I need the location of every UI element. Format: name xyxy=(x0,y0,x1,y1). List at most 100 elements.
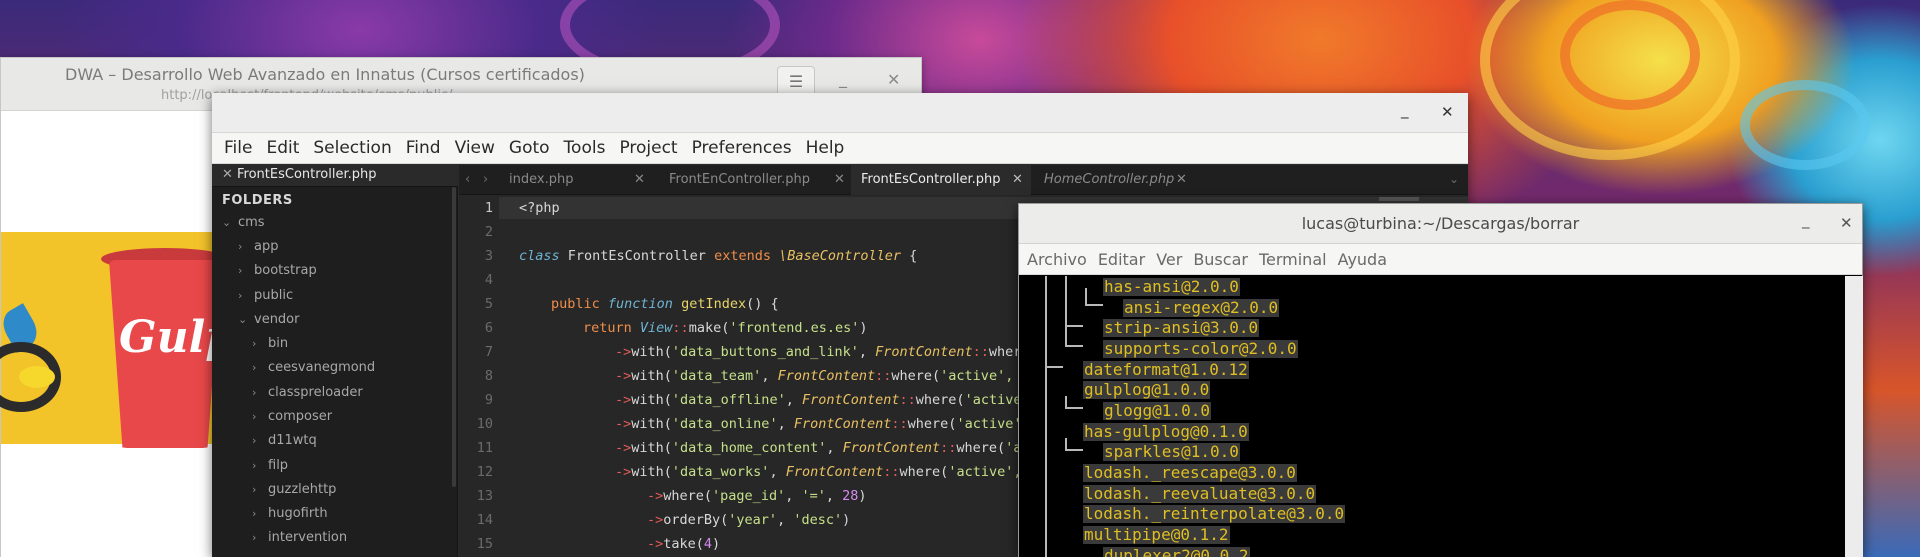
tree-folder-bin[interactable]: › bin xyxy=(252,336,288,351)
menu-terminal[interactable]: Terminal xyxy=(1257,250,1336,269)
tree-folder-intervention[interactable]: › intervention xyxy=(252,530,347,545)
tree-connector xyxy=(1085,288,1087,304)
close-icon[interactable]: ✕ xyxy=(1176,165,1187,195)
terminal-line: gulplog@1.0.0 xyxy=(1083,380,1211,399)
chevron-right-icon[interactable]: › xyxy=(483,172,488,187)
menu-selection[interactable]: Selection xyxy=(307,138,399,158)
terminal-window: lucas@turbina:~/Descargas/borrar _ ✕ Arc… xyxy=(1018,203,1863,557)
tree-folder-guzzlehttp[interactable]: › guzzlehttp xyxy=(252,482,336,497)
code-token: \BaseController xyxy=(770,248,902,264)
terminal-line: lodash._reinterpolate@3.0.0 xyxy=(1083,504,1346,523)
sidebar-scrollbar[interactable] xyxy=(452,187,456,487)
tree-folder-hugofirth[interactable]: › hugofirth xyxy=(252,506,328,521)
chevron-left-icon[interactable]: ‹ xyxy=(465,172,470,187)
terminal-line: dateformat@1.0.12 xyxy=(1083,360,1249,379)
code-token: FrontContent xyxy=(842,440,941,456)
menu-view[interactable]: View xyxy=(449,138,503,158)
code-token: FrontContent xyxy=(785,464,884,480)
code-token: 28 xyxy=(842,488,859,504)
terminal-scrollbar[interactable] xyxy=(1845,276,1863,557)
minimize-button[interactable]: _ xyxy=(1802,211,1810,229)
menu-buscar[interactable]: Buscar xyxy=(1191,250,1257,269)
code-token: with( xyxy=(631,368,672,384)
tab-homecontroller[interactable]: HomeController.php xyxy=(1034,165,1184,195)
open-file-item[interactable]: ✕ FrontEsController.php xyxy=(212,165,458,187)
menu-preferences[interactable]: Preferences xyxy=(686,138,800,158)
tree-folder-ceesvanegmond[interactable]: › ceesvanegmond xyxy=(252,360,375,375)
tree-connector xyxy=(1065,407,1083,409)
menu-help[interactable]: Help xyxy=(800,138,853,158)
close-icon[interactable]: ✕ xyxy=(834,165,845,195)
terminal-line: has-gulplog@0.1.0 xyxy=(1083,422,1249,441)
code-token: ) xyxy=(858,488,867,504)
tree-folder-filp[interactable]: › filp xyxy=(252,458,288,473)
code-token: where( xyxy=(891,368,941,384)
tree-connector xyxy=(1045,276,1047,557)
menu-tools[interactable]: Tools xyxy=(558,138,614,158)
line-number: 15 xyxy=(476,536,493,552)
menu-goto[interactable]: Goto xyxy=(503,138,558,158)
menu-archivo[interactable]: Archivo xyxy=(1025,250,1096,269)
tree-folder-bootstrap[interactable]: › bootstrap xyxy=(238,263,317,278)
minimap[interactable] xyxy=(1379,197,1419,201)
menu-ver[interactable]: Ver xyxy=(1154,250,1191,269)
code-token: View xyxy=(631,320,673,336)
code-line: public function getIndex() { xyxy=(551,296,779,312)
close-icon[interactable]: ✕ xyxy=(222,167,233,182)
close-icon[interactable]: ✕ xyxy=(1012,165,1023,195)
tree-label: app xyxy=(254,239,279,254)
tree-folder-cms[interactable]: ⌄ cms xyxy=(222,215,265,230)
code-token: -> xyxy=(615,392,632,408)
tree-folder-classpreloader[interactable]: › classpreloader xyxy=(252,385,363,400)
terminal-line: lodash._reescape@3.0.0 xyxy=(1083,463,1297,482)
menu-file[interactable]: File xyxy=(218,138,260,158)
menu-project[interactable]: Project xyxy=(613,138,685,158)
tree-folder-public[interactable]: › public xyxy=(238,288,293,303)
code-token: 'data_home_content' xyxy=(671,440,827,456)
menu-edit[interactable]: Edit xyxy=(260,138,307,158)
tree-folder-composer[interactable]: › composer xyxy=(252,409,332,424)
tree-folder-d11wtq[interactable]: › d11wtq xyxy=(252,433,317,448)
close-button[interactable]: ✕ xyxy=(1840,214,1853,232)
code-token: FrontContent xyxy=(777,368,876,384)
tab-frontescontroller[interactable]: FrontEsController.php xyxy=(851,165,1031,195)
line-number: 10 xyxy=(476,416,493,432)
chevron-down-icon[interactable]: ⌄ xyxy=(1449,172,1459,186)
code-token: where( xyxy=(907,416,957,432)
tab-bar: ‹ › index.php ✕ FrontEnController.php ✕ … xyxy=(459,165,1468,195)
sublime-menubar: File Edit Selection Find View Goto Tools… xyxy=(212,133,1468,164)
menu-ayuda[interactable]: Ayuda xyxy=(1336,250,1396,269)
code-line: ->orderBy('year', 'desc') xyxy=(647,512,850,528)
tree-folder-app[interactable]: › app xyxy=(238,239,278,254)
code-token: return xyxy=(583,320,632,336)
tree-label: bootstrap xyxy=(254,263,317,278)
code-token: 'page_id' xyxy=(712,488,786,504)
code-token: 4 xyxy=(703,536,713,552)
menu-find[interactable]: Find xyxy=(400,138,449,158)
code-token: class xyxy=(519,248,560,264)
terminal-output[interactable]: has-ansi@2.0.0 ansi-regex@2.0.0 strip-an… xyxy=(1019,276,1845,557)
line-number: 2 xyxy=(484,224,493,240)
minimize-button[interactable]: _ xyxy=(1401,101,1409,119)
tree-connector xyxy=(1065,276,1067,346)
code-token: :: xyxy=(891,416,908,432)
terminal-titlebar: lucas@turbina:~/Descargas/borrar _ ✕ xyxy=(1019,204,1862,244)
menu-editar[interactable]: Editar xyxy=(1096,250,1154,269)
code-line: ->with('data_works', FrontContent::where… xyxy=(615,464,1021,480)
chevron-right-icon: › xyxy=(252,531,257,544)
chevron-right-icon: › xyxy=(252,459,257,472)
close-icon[interactable]: ✕ xyxy=(634,165,645,195)
tab-label: FrontEnController.php xyxy=(669,172,810,187)
sidebar: ✕ FrontEsController.php FOLDERS ⌄ cms › ap… xyxy=(212,165,458,557)
terminal-line: strip-ansi@3.0.0 xyxy=(1103,318,1260,337)
code-token: , xyxy=(777,416,794,432)
minimize-button[interactable]: _ xyxy=(839,69,847,88)
code-token: FrontContent xyxy=(875,344,973,360)
tab-frontencontroller[interactable]: FrontEnController.php xyxy=(659,165,829,195)
close-button[interactable]: ✕ xyxy=(1441,103,1454,121)
tree-folder-vendor[interactable]: ⌄ vendor xyxy=(238,312,299,327)
code-token: , xyxy=(785,392,802,408)
tab-label: HomeController.php xyxy=(1044,172,1175,187)
code-line: ->where('page_id', '=', 28) xyxy=(647,488,867,504)
close-button[interactable]: ✕ xyxy=(887,70,900,89)
